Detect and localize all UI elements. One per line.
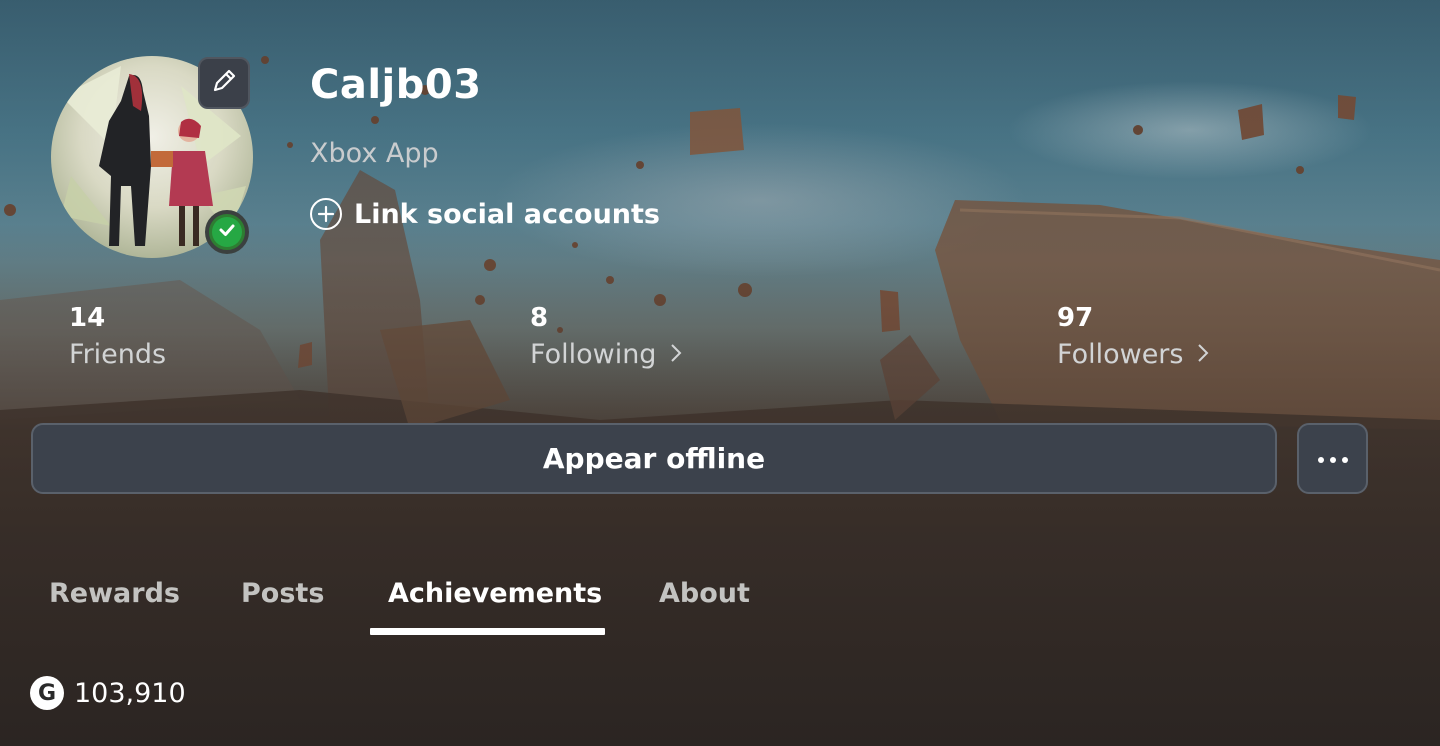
pencil-icon: [209, 66, 239, 100]
tab-rewards[interactable]: Rewards: [49, 578, 180, 609]
link-social-accounts-button[interactable]: Link social accounts: [310, 198, 660, 230]
followers-label: Followers: [1057, 339, 1184, 370]
followers-count: 97: [1057, 303, 1094, 333]
plus-circle-icon: [310, 198, 342, 230]
tab-about[interactable]: About: [659, 578, 750, 609]
friends-label: Friends: [69, 339, 167, 370]
gamerscore: G 103,910: [30, 676, 186, 710]
tab-achievements[interactable]: Achievements: [388, 578, 602, 609]
online-status-badge: [205, 210, 249, 254]
followers-stat[interactable]: 97 Followers: [1057, 303, 1209, 370]
friends-count: 14: [69, 303, 106, 333]
platform-label: Xbox App: [310, 138, 439, 169]
gamerscore-icon: G: [30, 676, 64, 710]
chevron-right-icon: [1197, 340, 1209, 370]
following-label: Following: [530, 339, 657, 370]
following-count: 8: [530, 303, 549, 333]
active-tab-indicator: [370, 628, 605, 635]
friends-stat[interactable]: 14 Friends: [69, 303, 166, 370]
edit-avatar-button[interactable]: [198, 57, 250, 109]
profile-tabs: Rewards Posts Achievements About: [0, 570, 1440, 640]
appear-offline-button[interactable]: Appear offline: [31, 423, 1277, 494]
more-options-button[interactable]: [1297, 423, 1368, 494]
chevron-right-icon: [670, 340, 682, 370]
checkmark-icon: [217, 220, 237, 244]
link-social-accounts-label: Link social accounts: [354, 198, 660, 230]
following-stat[interactable]: 8 Following: [530, 303, 682, 370]
tab-posts[interactable]: Posts: [241, 578, 324, 609]
ellipsis-icon: [1317, 449, 1349, 468]
gamerscore-value: 103,910: [74, 677, 186, 709]
gamertag: Caljb03: [310, 62, 482, 108]
